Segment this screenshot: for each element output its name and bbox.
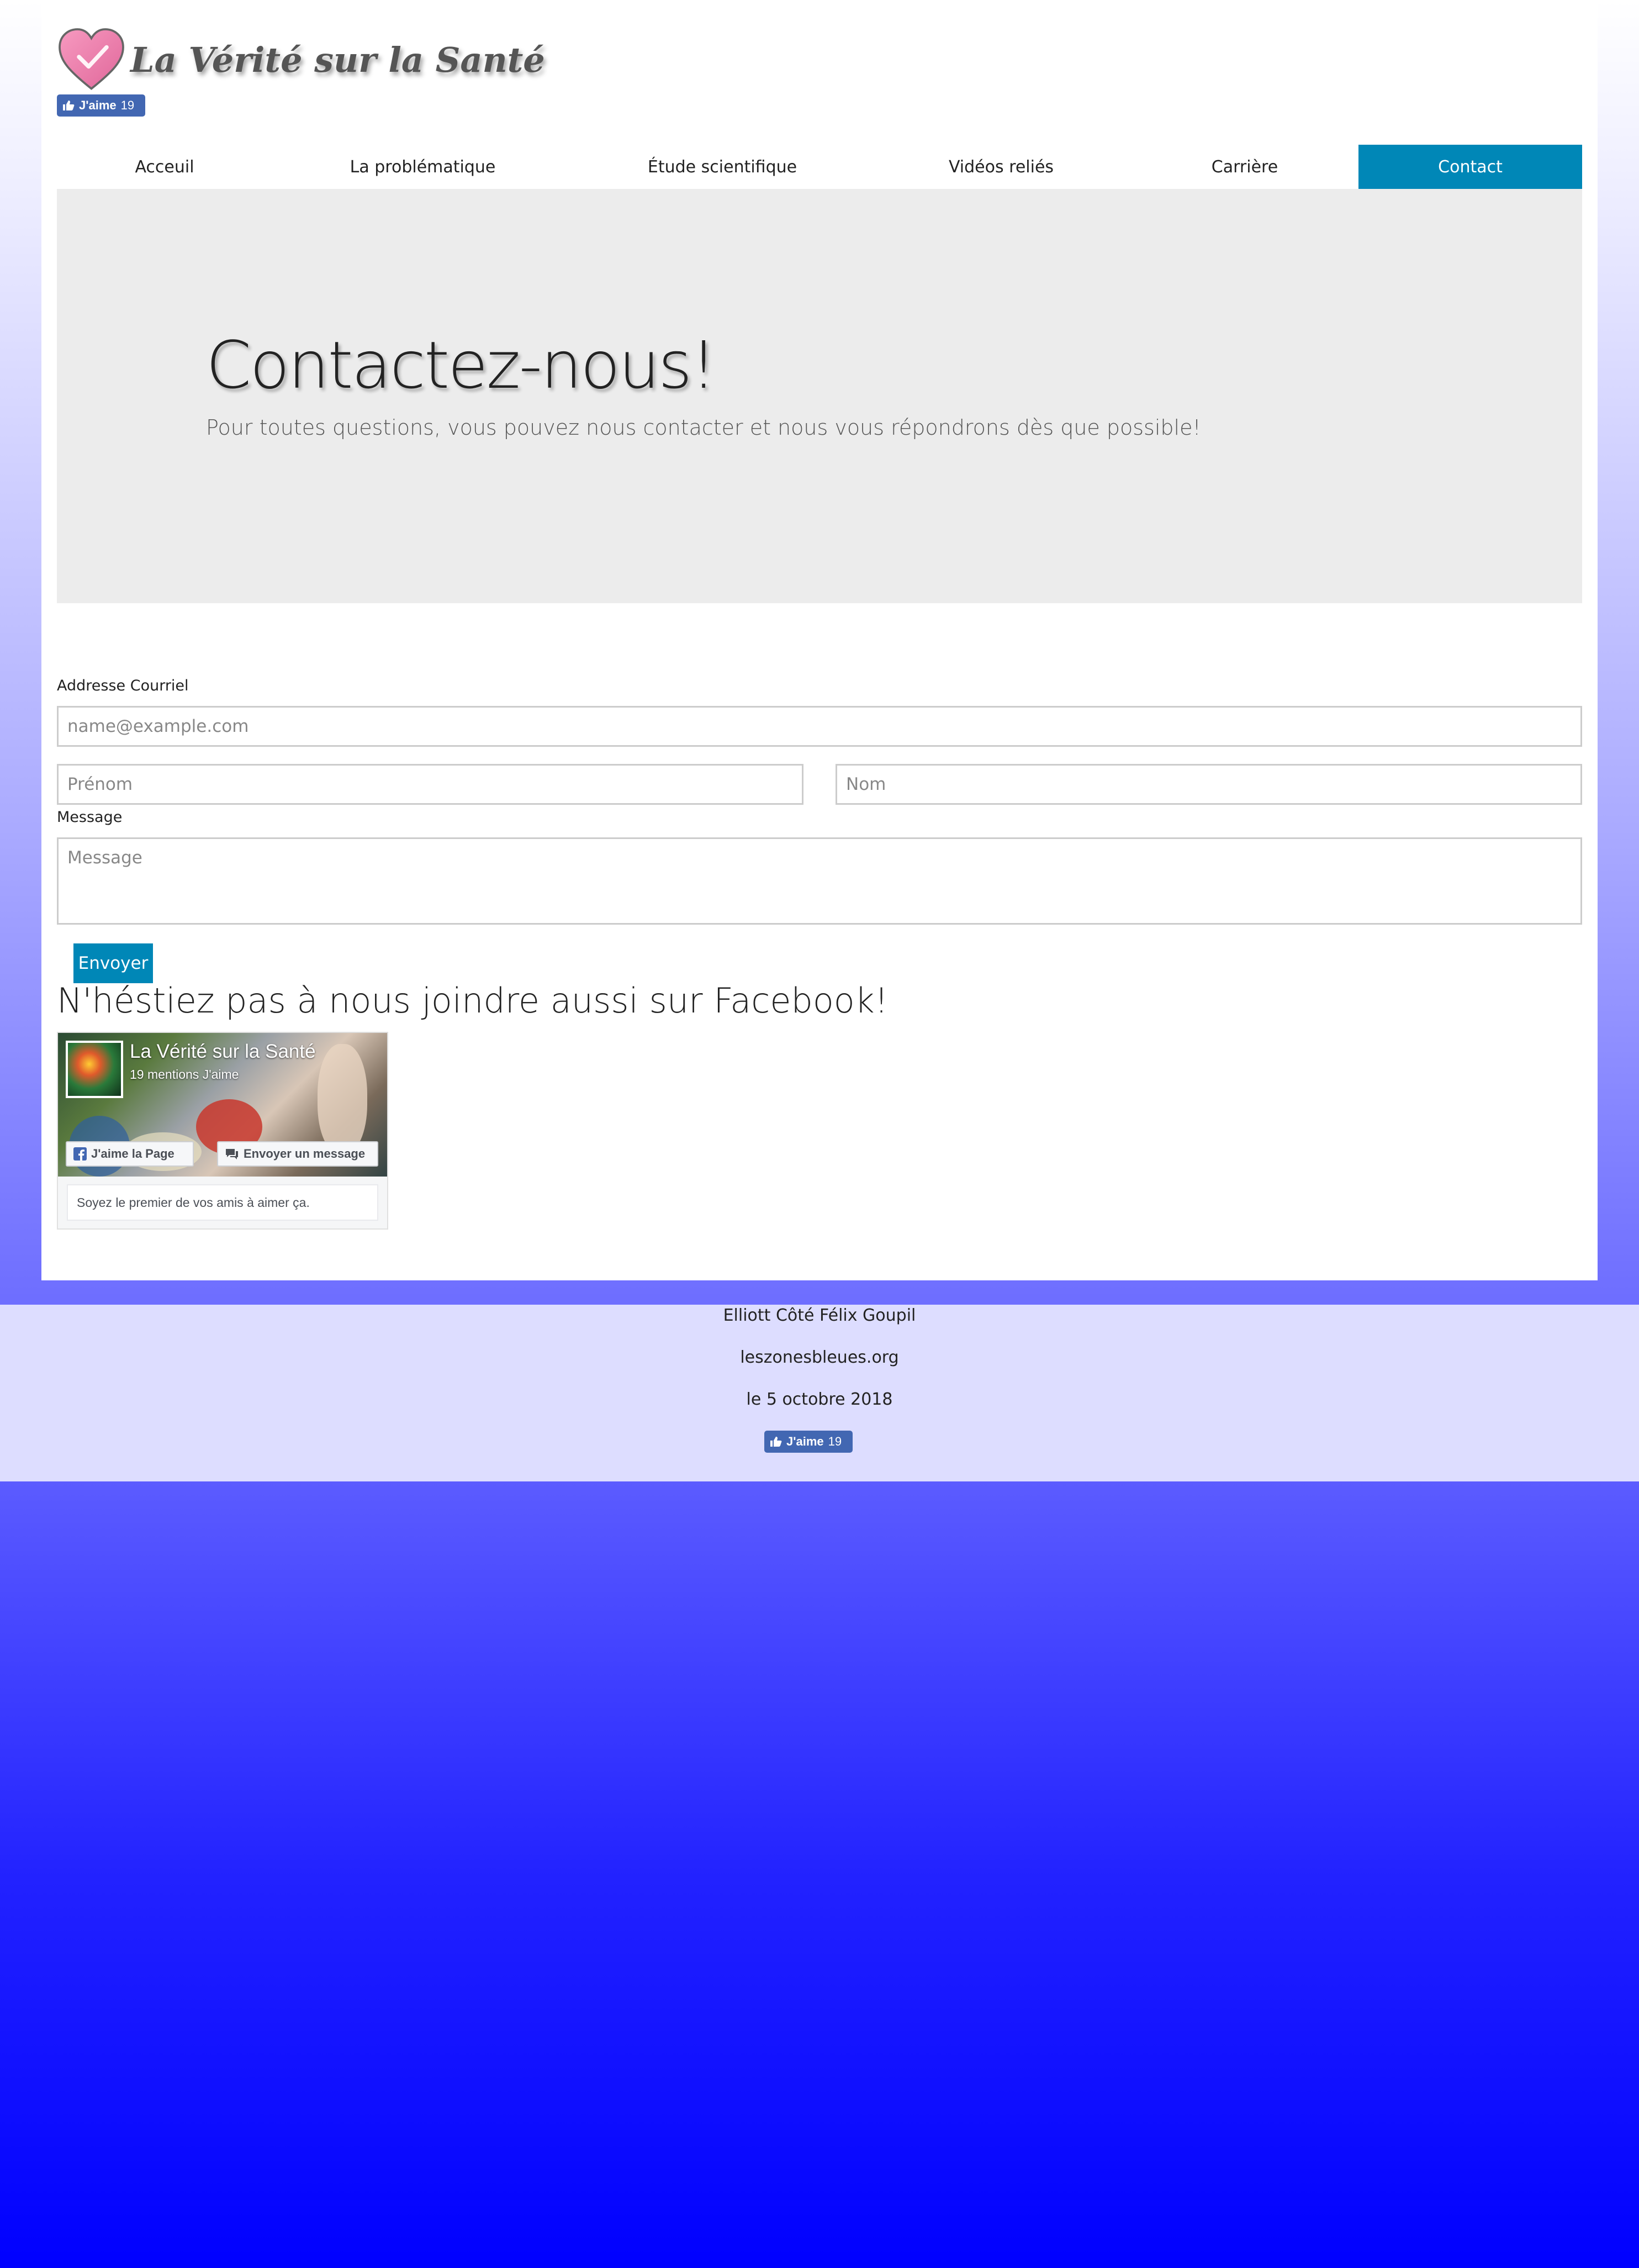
facebook-likes-count: 19 mentions J'aime: [130, 1067, 239, 1082]
email-label: Addresse Courriel: [57, 677, 189, 694]
thumbs-up-icon: [63, 101, 75, 110]
thumbs-up-icon: [770, 1437, 782, 1447]
nav-item-contact[interactable]: Contact: [1358, 145, 1582, 189]
page-subtitle: Pour toutes questions, vous pouvez nous …: [206, 415, 1201, 440]
send-button[interactable]: Envoyer: [73, 943, 153, 983]
like-label: J'aime: [79, 98, 117, 112]
facebook-heading: N'héstiez pas à nous joindre aussi sur F…: [57, 980, 889, 1021]
facebook-page-avatar[interactable]: [66, 1041, 123, 1098]
footer-authors: Elliott Côté Félix Goupil: [723, 1306, 916, 1325]
email-field[interactable]: name@example.com: [57, 706, 1582, 747]
message-label: Message: [57, 809, 123, 826]
nav-item-carriere[interactable]: Carrière: [1131, 145, 1358, 189]
message-textarea[interactable]: Message: [57, 837, 1582, 925]
footer-site: leszonesbleues.org: [740, 1348, 899, 1367]
send-message-button[interactable]: Envoyer un message: [217, 1141, 378, 1167]
page-container: La Vérité sur la Santé J'aime 19 Acceuil…: [41, 0, 1598, 1280]
site-footer: Elliott Côté Félix Goupil leszonesbleues…: [0, 1305, 1639, 1481]
facebook-cover-image[interactable]: La Vérité sur la Santé 19 mentions J'aim…: [58, 1033, 387, 1177]
main-nav: Acceuil La problématique Étude scientifi…: [57, 145, 1582, 189]
facebook-page-name[interactable]: La Vérité sur la Santé: [130, 1041, 316, 1063]
nav-item-videos[interactable]: Vidéos reliés: [871, 145, 1131, 189]
nav-item-acceuil[interactable]: Acceuil: [57, 145, 272, 189]
site-title: La Vérité sur la Santé: [130, 39, 545, 80]
facebook-friends-note: Soyez le premier de vos amis à aimer ça.: [67, 1184, 378, 1221]
hero-banner: Contactez-nous! Pour toutes questions, v…: [57, 189, 1582, 603]
like-page-button[interactable]: J'aime la Page: [66, 1141, 194, 1167]
like-count: 19: [120, 98, 135, 112]
like-label: J'aime: [786, 1434, 824, 1448]
like-page-label: J'aime la Page: [91, 1147, 175, 1161]
facebook-page-widget: La Vérité sur la Santé 19 mentions J'aim…: [57, 1032, 388, 1230]
footer-date: le 5 octobre 2018: [746, 1390, 893, 1409]
site-logo[interactable]: La Vérité sur la Santé: [57, 27, 545, 93]
heart-check-icon: [59, 28, 124, 90]
send-message-label: Envoyer un message: [244, 1147, 366, 1161]
like-count: 19: [828, 1434, 842, 1448]
footer-facebook-like-button[interactable]: J'aime 19: [764, 1431, 853, 1453]
page-title: Contactez-nous!: [206, 327, 717, 403]
facebook-logo-icon: [73, 1147, 87, 1161]
firstname-field[interactable]: Prénom: [57, 764, 803, 805]
messages-icon: [226, 1149, 238, 1159]
nav-item-etude[interactable]: Étude scientifique: [573, 145, 871, 189]
nav-item-problematique[interactable]: La problématique: [272, 145, 573, 189]
facebook-like-button[interactable]: J'aime 19: [57, 94, 145, 117]
lastname-field[interactable]: Nom: [836, 764, 1582, 805]
